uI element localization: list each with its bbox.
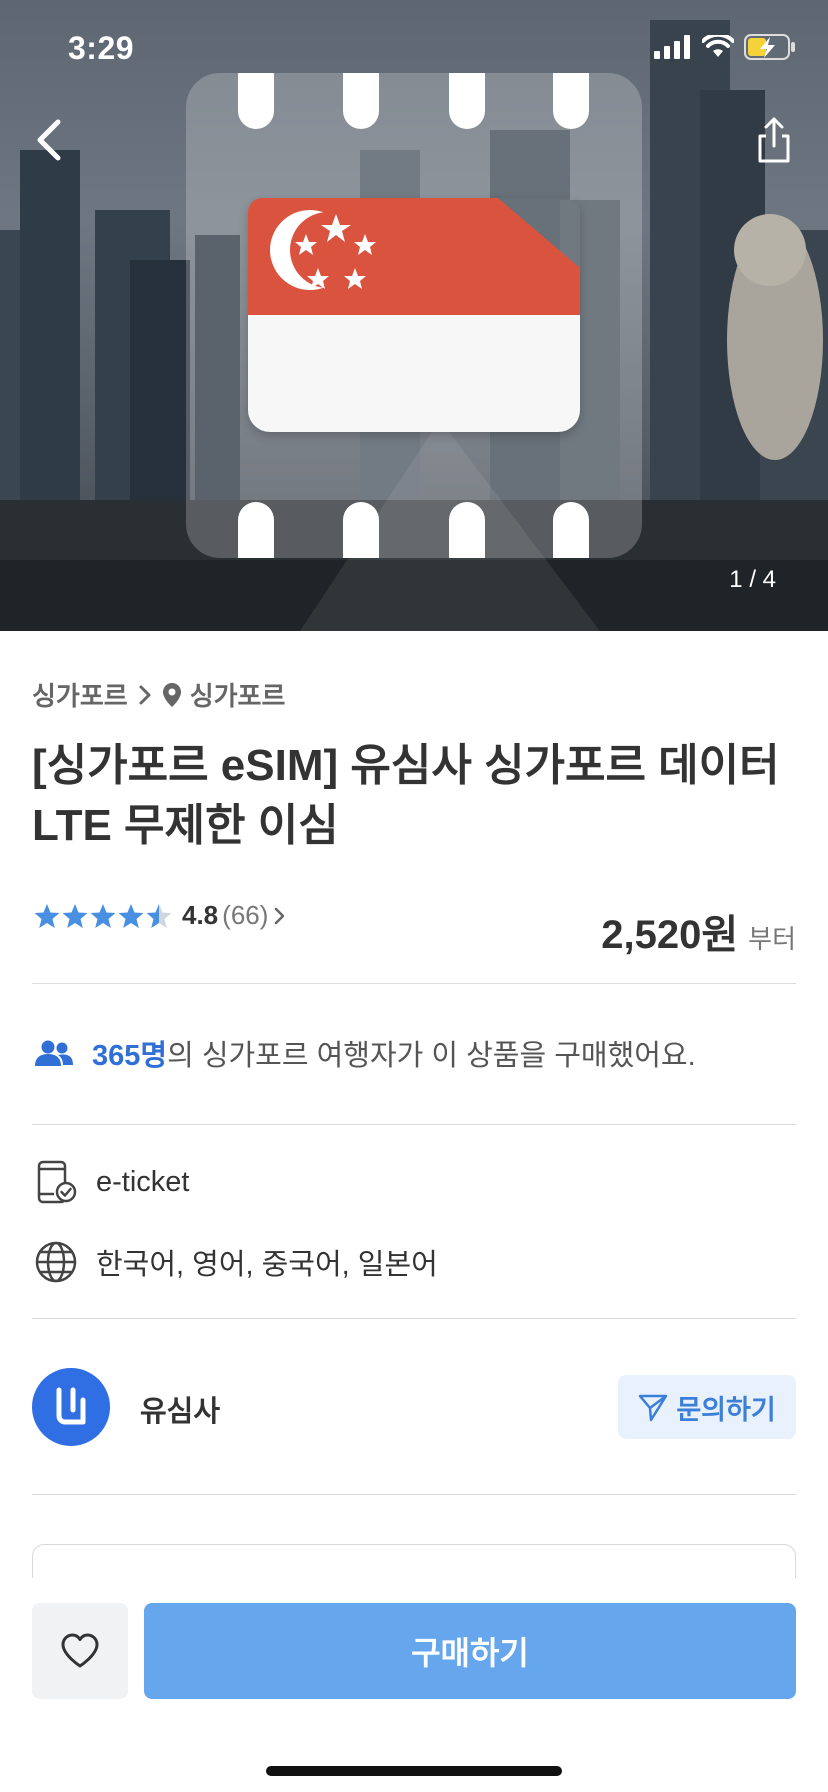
price-suffix: 부터 xyxy=(748,924,796,954)
esim-card-graphic xyxy=(186,73,642,558)
divider xyxy=(32,1124,796,1125)
share-button[interactable] xyxy=(746,112,802,168)
heart-icon xyxy=(61,1633,99,1668)
wifi-icon xyxy=(702,35,734,57)
seller-name[interactable]: 유심사 xyxy=(140,1388,220,1430)
seller-logo[interactable] xyxy=(32,1368,110,1446)
rating-score: 4.8 xyxy=(182,900,219,930)
inquiry-label: 문의하기 xyxy=(676,1394,776,1425)
cellular-signal-icon xyxy=(654,35,690,59)
inquiry-button[interactable]: 문의하기 xyxy=(618,1375,796,1439)
mobile-ticket-icon xyxy=(37,1160,77,1204)
bottom-action-bar: 구매하기 xyxy=(0,1578,828,1792)
languages-row: 한국어, 영어, 중국어, 일본어 xyxy=(34,1240,438,1284)
buy-button[interactable]: 구매하기 xyxy=(144,1603,796,1699)
sim-notch xyxy=(343,502,379,558)
battery-charging-icon xyxy=(744,34,795,60)
chevron-right-icon xyxy=(139,685,151,704)
breadcrumb-item-city[interactable]: 싱가포르 xyxy=(190,676,286,713)
sim-notch xyxy=(238,502,274,558)
languages: 한국어, 영어, 중국어, 일본어 xyxy=(96,1249,438,1281)
paper-plane-icon xyxy=(639,1394,668,1422)
rating-summary[interactable]: 4.8 (66) xyxy=(34,900,288,931)
location-pin-icon xyxy=(162,682,181,707)
status-bar: 3:29 xyxy=(0,0,828,100)
usimsa-logo-icon xyxy=(56,1387,86,1425)
divider xyxy=(32,1318,796,1319)
breadcrumb: 싱가포르 싱가포르 xyxy=(32,676,285,713)
buyers-text: 의 싱가포르 여행자가 이 상품을 구매했어요. xyxy=(167,1040,696,1072)
people-icon xyxy=(35,1040,73,1066)
globe-icon xyxy=(35,1241,77,1283)
hero-image-carousel[interactable]: 3:29 1 / 4 xyxy=(0,0,828,631)
status-time: 3:29 xyxy=(68,30,135,66)
wishlist-button[interactable] xyxy=(32,1603,128,1699)
chevron-right-icon xyxy=(275,907,285,924)
singapore-flag-icon xyxy=(248,198,580,432)
sim-notch xyxy=(553,502,589,558)
sim-notch xyxy=(449,502,485,558)
buyers-notice: 365명의 싱가포르 여행자가 이 상품을 구매했어요. xyxy=(34,1032,696,1074)
carousel-page-counter: 1 / 4 xyxy=(729,566,776,593)
price-value: 2,520원 xyxy=(601,913,739,957)
share-icon xyxy=(758,117,790,163)
breadcrumb-item-country[interactable]: 싱가포르 xyxy=(32,676,128,713)
ticket-type: e-ticket xyxy=(96,1165,190,1198)
review-count: (66) xyxy=(222,900,269,930)
divider xyxy=(32,983,796,984)
buyers-count: 365명 xyxy=(92,1040,168,1072)
star-rating-icon xyxy=(34,903,172,928)
back-arrow-icon xyxy=(37,119,61,161)
home-indicator xyxy=(266,1766,562,1776)
seller-section: 유심사 문의하기 xyxy=(32,1368,796,1446)
back-button[interactable] xyxy=(22,112,78,168)
divider xyxy=(32,1494,796,1495)
ticket-type-row: e-ticket xyxy=(34,1160,189,1204)
price-info: 2,520원 부터 xyxy=(601,902,796,960)
product-title: [싱가포르 eSIM] 유심사 싱가포르 데이터 LTE 무제한 이심 xyxy=(32,741,780,850)
